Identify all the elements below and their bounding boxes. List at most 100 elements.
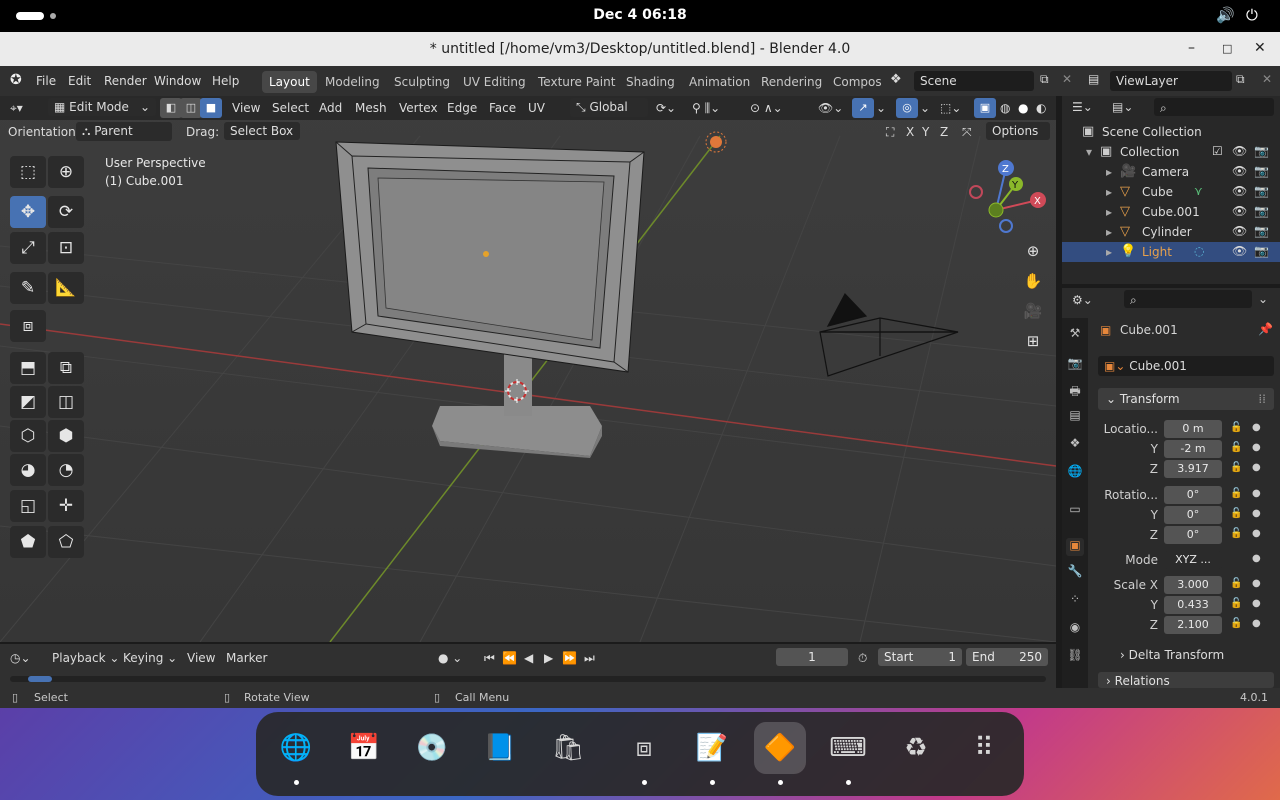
navigation-gizmo[interactable]: Z X Y xyxy=(960,156,1050,246)
menu-view[interactable]: View xyxy=(187,651,215,665)
edge-select-icon[interactable]: ◫ xyxy=(180,98,202,118)
lock-icon[interactable]: 🔓 xyxy=(1230,528,1242,539)
play-reverse-icon[interactable]: ◀ xyxy=(524,651,533,665)
menu-vertex[interactable]: Vertex xyxy=(399,101,438,115)
outliner-editor-icon[interactable]: ☰⌄ xyxy=(1072,100,1093,114)
axis-z-toggle[interactable]: Z xyxy=(940,125,948,139)
tab-sculpting[interactable]: Sculpting xyxy=(387,71,457,93)
camera-view-icon[interactable]: 🎥 xyxy=(1020,298,1046,324)
object-tab-icon[interactable]: ▣ xyxy=(1066,538,1084,556)
camera-render-icon[interactable]: 📷 xyxy=(1254,204,1269,218)
scene-tab-icon[interactable]: ❖ xyxy=(1066,436,1084,454)
tab-layout[interactable]: Layout xyxy=(262,71,317,93)
pivot-icon[interactable]: ⟳⌄ xyxy=(656,101,676,115)
menu-keying[interactable]: Keying ⌄ xyxy=(123,651,177,665)
expand-icon[interactable]: ▸ xyxy=(1106,225,1112,239)
keyframe-dot-icon[interactable]: ● xyxy=(1252,442,1261,453)
music-player-icon[interactable]: 💿 xyxy=(406,722,458,774)
keyframe-dot-icon[interactable]: ● xyxy=(1252,422,1261,433)
drag-dropdown[interactable]: Select Box xyxy=(224,122,300,140)
scene-collection-row[interactable]: ▣ Scene Collection xyxy=(1062,122,1280,142)
object-name-field[interactable]: ▣⌄ Cube.001 xyxy=(1098,356,1274,376)
timeline-scrubber[interactable] xyxy=(10,676,1046,682)
expand-icon[interactable]: ▾ xyxy=(1086,145,1092,159)
move-tool[interactable]: ✥ xyxy=(10,196,46,228)
mirror-icon[interactable]: ⛶ xyxy=(886,125,894,140)
view-layer-icon[interactable]: ▤ xyxy=(1088,72,1099,86)
eye-icon[interactable]: 👁 xyxy=(1232,204,1247,218)
modifier-tab-icon[interactable]: 🔧 xyxy=(1066,564,1084,582)
keyframe-dot-icon[interactable]: ● xyxy=(1252,578,1261,589)
mode-selector[interactable]: ▦ Edit Mode ⌄ xyxy=(48,98,156,116)
cursor-tool[interactable]: ⊕ xyxy=(48,156,84,188)
minimize-button[interactable]: – xyxy=(1188,40,1195,56)
stopwatch-icon[interactable]: ⏱ xyxy=(858,651,867,666)
new-view-layer-icon[interactable]: ⧉ xyxy=(1236,72,1245,87)
extrude-tool[interactable]: ⬒ xyxy=(10,352,46,384)
pan-hand-icon[interactable]: ✋ xyxy=(1020,268,1046,294)
edge-slide-tool[interactable]: ◱ xyxy=(10,490,46,522)
material-shading-icon[interactable]: ◐ xyxy=(1036,101,1046,115)
camera-render-icon[interactable]: 📷 xyxy=(1254,144,1269,158)
outliner-item-camera[interactable]: ▸ 🎥 Camera 👁 📷 xyxy=(1062,162,1280,182)
outliner-item-cube[interactable]: ▸ ▽ Cube ⋎ 👁 📷 xyxy=(1062,182,1280,202)
spin-tool[interactable]: ◕ xyxy=(10,454,46,486)
menu-mesh[interactable]: Mesh xyxy=(355,101,387,115)
menu-add[interactable]: Add xyxy=(319,101,342,115)
jump-start-icon[interactable]: ⏮ xyxy=(484,651,495,666)
menu-playback[interactable]: Playback ⌄ xyxy=(52,651,119,665)
outliner-item-cube-001[interactable]: ▸ ▽ Cube.001 👁 📷 xyxy=(1062,202,1280,222)
scale-tool[interactable]: ⤢ xyxy=(10,232,46,264)
prev-keyframe-icon[interactable]: ⏪ xyxy=(502,651,517,665)
proportional-edit-icon[interactable]: ⊙ ∧⌄ xyxy=(750,101,783,115)
eye-icon[interactable]: 👁 xyxy=(1232,164,1247,178)
screenshot-tool-icon[interactable]: ⧈ xyxy=(618,722,670,774)
maximize-button[interactable]: □ xyxy=(1222,42,1232,55)
loop-cut-tool[interactable]: ◫ xyxy=(48,386,84,418)
snap-icon[interactable]: ⚲ ⫼⌄ xyxy=(692,101,720,116)
collection-tab-icon[interactable]: ▭ xyxy=(1066,502,1084,520)
wireframe-shading-icon[interactable]: ◍ xyxy=(1000,101,1010,115)
delete-scene-icon[interactable]: ✕ xyxy=(1062,72,1072,86)
knife-tool[interactable]: ⬡ xyxy=(10,420,46,452)
terminal-icon[interactable]: ⌨ xyxy=(822,722,874,774)
playhead[interactable] xyxy=(28,676,52,682)
eye-icon[interactable]: 👁 xyxy=(1232,184,1247,198)
power-icon[interactable]: ⏻ xyxy=(1246,6,1258,24)
next-keyframe-icon[interactable]: ⏩ xyxy=(562,651,577,665)
render-tab-icon[interactable]: 📷 xyxy=(1066,356,1084,374)
view-layer-tab-icon[interactable]: ▤ xyxy=(1066,408,1084,426)
physics-tab-icon[interactable]: ◉ xyxy=(1066,620,1084,638)
drag-handle-icon[interactable]: ⁞⁞ xyxy=(1258,392,1266,406)
tab-compositing[interactable]: Compos xyxy=(826,71,889,93)
current-frame-field[interactable]: 1 xyxy=(776,648,848,666)
start-frame-field[interactable]: Start 1 xyxy=(878,648,962,666)
tab-texture-paint[interactable]: Texture Paint xyxy=(531,71,622,93)
inset-tool[interactable]: ⧉ xyxy=(48,352,84,384)
blender-icon[interactable]: 🔶 xyxy=(754,722,806,774)
keyframe-dot-icon[interactable]: ● xyxy=(1252,528,1261,539)
face-select-icon[interactable]: ■ xyxy=(200,98,222,118)
recycle-bin-icon[interactable]: ♻ xyxy=(890,722,942,774)
lock-icon[interactable]: 🔓 xyxy=(1230,488,1242,499)
eye-icon[interactable]: 👁 xyxy=(1232,144,1247,158)
menu-face[interactable]: Face xyxy=(489,101,516,115)
overlay-toggle-icon[interactable]: ◎ xyxy=(896,98,918,118)
tab-shading[interactable]: Shading xyxy=(619,71,682,93)
tool-tab-icon[interactable]: ⚒ xyxy=(1066,326,1084,344)
particles-tab-icon[interactable]: ⁘ xyxy=(1066,592,1084,610)
chevron-down-icon[interactable]: ⌄ xyxy=(1258,292,1268,306)
add-cube-tool[interactable]: ⧈ xyxy=(10,310,46,342)
delta-transform-subpanel[interactable]: › Delta Transform xyxy=(1120,648,1224,662)
transform-panel-header[interactable]: ⌄ Transform ⁞⁞ xyxy=(1098,388,1274,410)
calendar-icon[interactable]: 📅 xyxy=(338,722,390,774)
menu-marker[interactable]: Marker xyxy=(226,651,267,665)
eye-icon[interactable]: 👁 xyxy=(1232,224,1247,238)
scale-z-field[interactable]: 2.100 xyxy=(1164,616,1222,634)
rotate-tool[interactable]: ⟳ xyxy=(48,196,84,228)
tab-rendering[interactable]: Rendering xyxy=(754,71,829,93)
menu-edit[interactable]: Edit xyxy=(68,74,91,88)
shear-tool[interactable]: ⬟ xyxy=(10,526,46,558)
transform-tool[interactable]: ⊡ xyxy=(48,232,84,264)
new-scene-icon[interactable]: ⧉ xyxy=(1040,72,1049,87)
